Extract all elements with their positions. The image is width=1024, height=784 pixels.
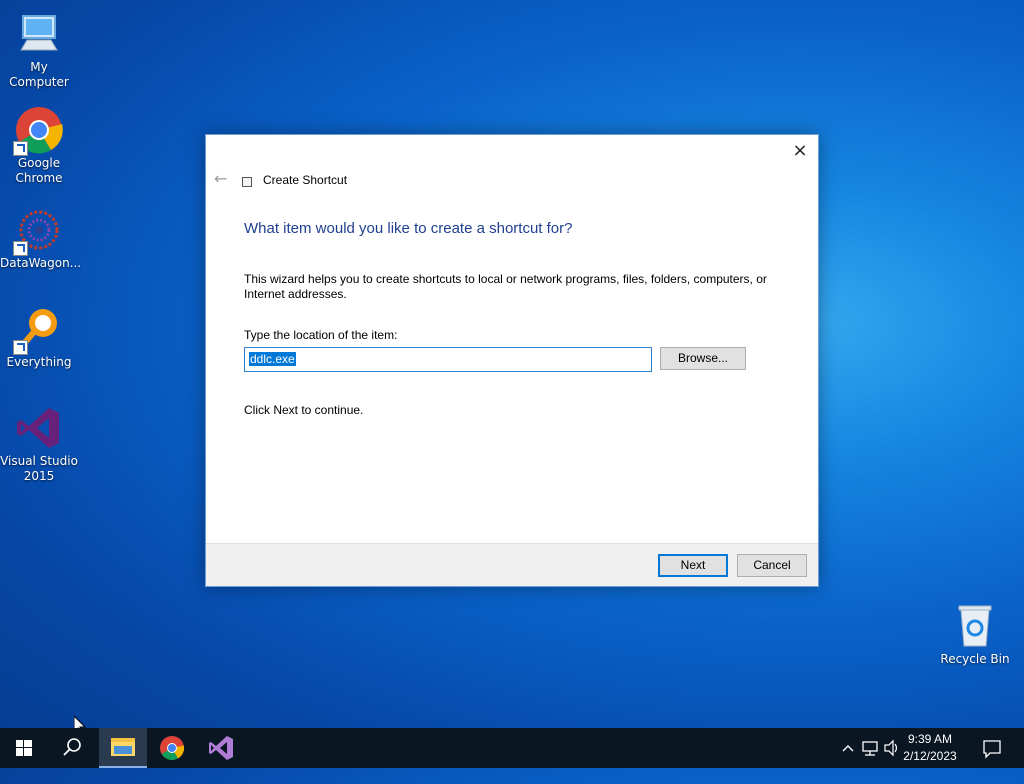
taskbar: 9:39 AM 2/12/2023: [0, 728, 1024, 768]
desktop-icon-label: My Computer: [9, 60, 69, 89]
desktop-icon-my-computer[interactable]: My Computer: [0, 10, 78, 90]
notification-icon: [983, 740, 1001, 759]
back-arrow-icon[interactable]: ←: [214, 171, 230, 187]
desktop-icon-datawagon[interactable]: DataWagon...: [0, 206, 82, 271]
chrome-icon: [160, 736, 185, 761]
desktop-icon-label: Google Chrome: [15, 156, 63, 185]
dialog-title: Create Shortcut: [263, 173, 348, 187]
search-button[interactable]: [48, 728, 96, 768]
visual-studio-icon: [209, 736, 233, 760]
taskbar-clock[interactable]: 9:39 AM 2/12/2023: [895, 731, 965, 765]
shortcut-arrow-icon: [13, 141, 28, 156]
cancel-button[interactable]: Cancel: [737, 554, 807, 577]
clock-time: 9:39 AM: [907, 732, 953, 746]
desktop-icon-everything[interactable]: Everything: [0, 305, 78, 370]
wizard-heading: What item would you like to create a sho…: [244, 220, 573, 237]
desktop-icon-visual-studio[interactable]: Visual Studio 2015: [0, 404, 78, 484]
chrome-icon: [13, 106, 63, 156]
computer-icon: [15, 10, 63, 58]
desktop-icon-label: DataWagon...: [0, 256, 82, 270]
start-button[interactable]: [0, 728, 48, 768]
notifications-button[interactable]: [968, 728, 1016, 768]
taskbar-visual-studio[interactable]: [197, 728, 245, 768]
chevron-up-icon: [842, 745, 854, 752]
wizard-description: This wizard helps you to create shortcut…: [244, 272, 767, 301]
location-input[interactable]: ddlc.exe: [244, 347, 652, 372]
browse-button[interactable]: Browse...: [660, 347, 746, 370]
taskbar-file-explorer[interactable]: [99, 728, 147, 768]
dialog-footer: Next Cancel: [206, 543, 818, 586]
desktop-icon-label: Everything: [6, 355, 72, 369]
search-icon: [63, 738, 81, 756]
location-label: Type the location of the item:: [244, 328, 398, 342]
shortcut-arrow-icon: [13, 241, 28, 256]
network-icon: [862, 741, 878, 756]
folder-icon: [111, 738, 135, 756]
taskbar-chrome[interactable]: [148, 728, 196, 768]
datawagon-icon: [13, 206, 63, 256]
close-icon[interactable]: ×: [790, 141, 810, 161]
continue-text: Click Next to continue.: [244, 403, 364, 417]
network-button[interactable]: [860, 728, 880, 768]
shortcut-wizard-icon: [242, 177, 252, 187]
next-button[interactable]: Next: [658, 554, 728, 577]
clock-date: 2/12/2023: [903, 749, 957, 763]
windows-logo-icon: [16, 740, 32, 756]
visual-studio-icon: [15, 404, 63, 452]
create-shortcut-dialog: × ← Create Shortcut What item would you …: [205, 134, 819, 587]
desktop-icon-recycle-bin[interactable]: Recycle Bin: [936, 602, 1014, 667]
recycle-bin-icon: [951, 602, 999, 650]
magnifier-icon: [13, 305, 63, 355]
location-input-value: ddlc.exe: [249, 352, 296, 366]
shortcut-arrow-icon: [13, 340, 28, 355]
desktop-icon-label: Visual Studio 2015: [0, 454, 78, 483]
desktop-icon-label: Recycle Bin: [940, 652, 1010, 666]
show-hidden-icons-button[interactable]: [840, 728, 856, 768]
desktop-icon-google-chrome[interactable]: Google Chrome: [0, 106, 78, 186]
